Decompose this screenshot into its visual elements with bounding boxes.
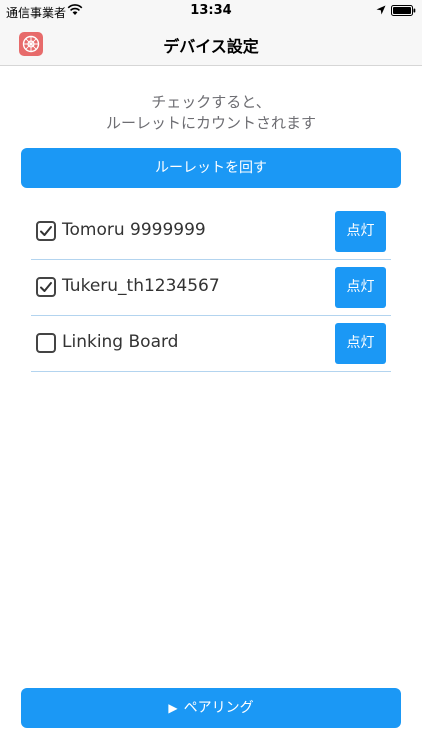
instruction-line-1: チェックすると、 xyxy=(151,93,271,111)
battery-icon xyxy=(391,5,416,16)
navigation-bar: デバイス設定 xyxy=(0,22,422,66)
light-up-button[interactable]: 点灯 xyxy=(335,323,386,364)
device-checkbox[interactable] xyxy=(36,277,56,297)
device-name: Tukeru_th1234567 xyxy=(62,276,220,296)
device-list: Tomoru 9999999 点灯 Tukeru_th1234567 点灯 Li… xyxy=(31,204,391,372)
play-icon: ▶ xyxy=(168,701,178,715)
instruction-text: チェックすると、 ルーレットにカウントされます xyxy=(0,92,422,134)
pairing-button[interactable]: ▶ ペアリング xyxy=(21,688,401,728)
light-up-button[interactable]: 点灯 xyxy=(335,267,386,308)
spin-roulette-button[interactable]: ルーレットを回す xyxy=(21,148,401,188)
device-row: Tomoru 9999999 点灯 xyxy=(31,204,391,260)
page-title: デバイス設定 xyxy=(163,37,259,56)
device-name: Tomoru 9999999 xyxy=(62,220,206,240)
checkmark-icon xyxy=(40,282,52,292)
location-icon xyxy=(376,5,386,15)
device-checkbox[interactable] xyxy=(36,221,56,241)
instruction-line-2: ルーレットにカウントされます xyxy=(105,114,316,132)
device-settings-screen: 通信事業者 13:34 デバイス設定 チェックすると、 ルーレットにカウントされ… xyxy=(0,0,422,750)
device-name: Linking Board xyxy=(62,332,179,352)
light-up-button[interactable]: 点灯 xyxy=(335,211,386,252)
status-bar: 通信事業者 13:34 xyxy=(0,0,422,22)
device-row: Linking Board 点灯 xyxy=(31,316,391,372)
status-time: 13:34 xyxy=(190,3,232,18)
device-checkbox[interactable] xyxy=(36,333,56,353)
device-row: Tukeru_th1234567 点灯 xyxy=(31,260,391,316)
checkmark-icon xyxy=(40,226,52,236)
pairing-button-label: ペアリング xyxy=(183,700,254,716)
